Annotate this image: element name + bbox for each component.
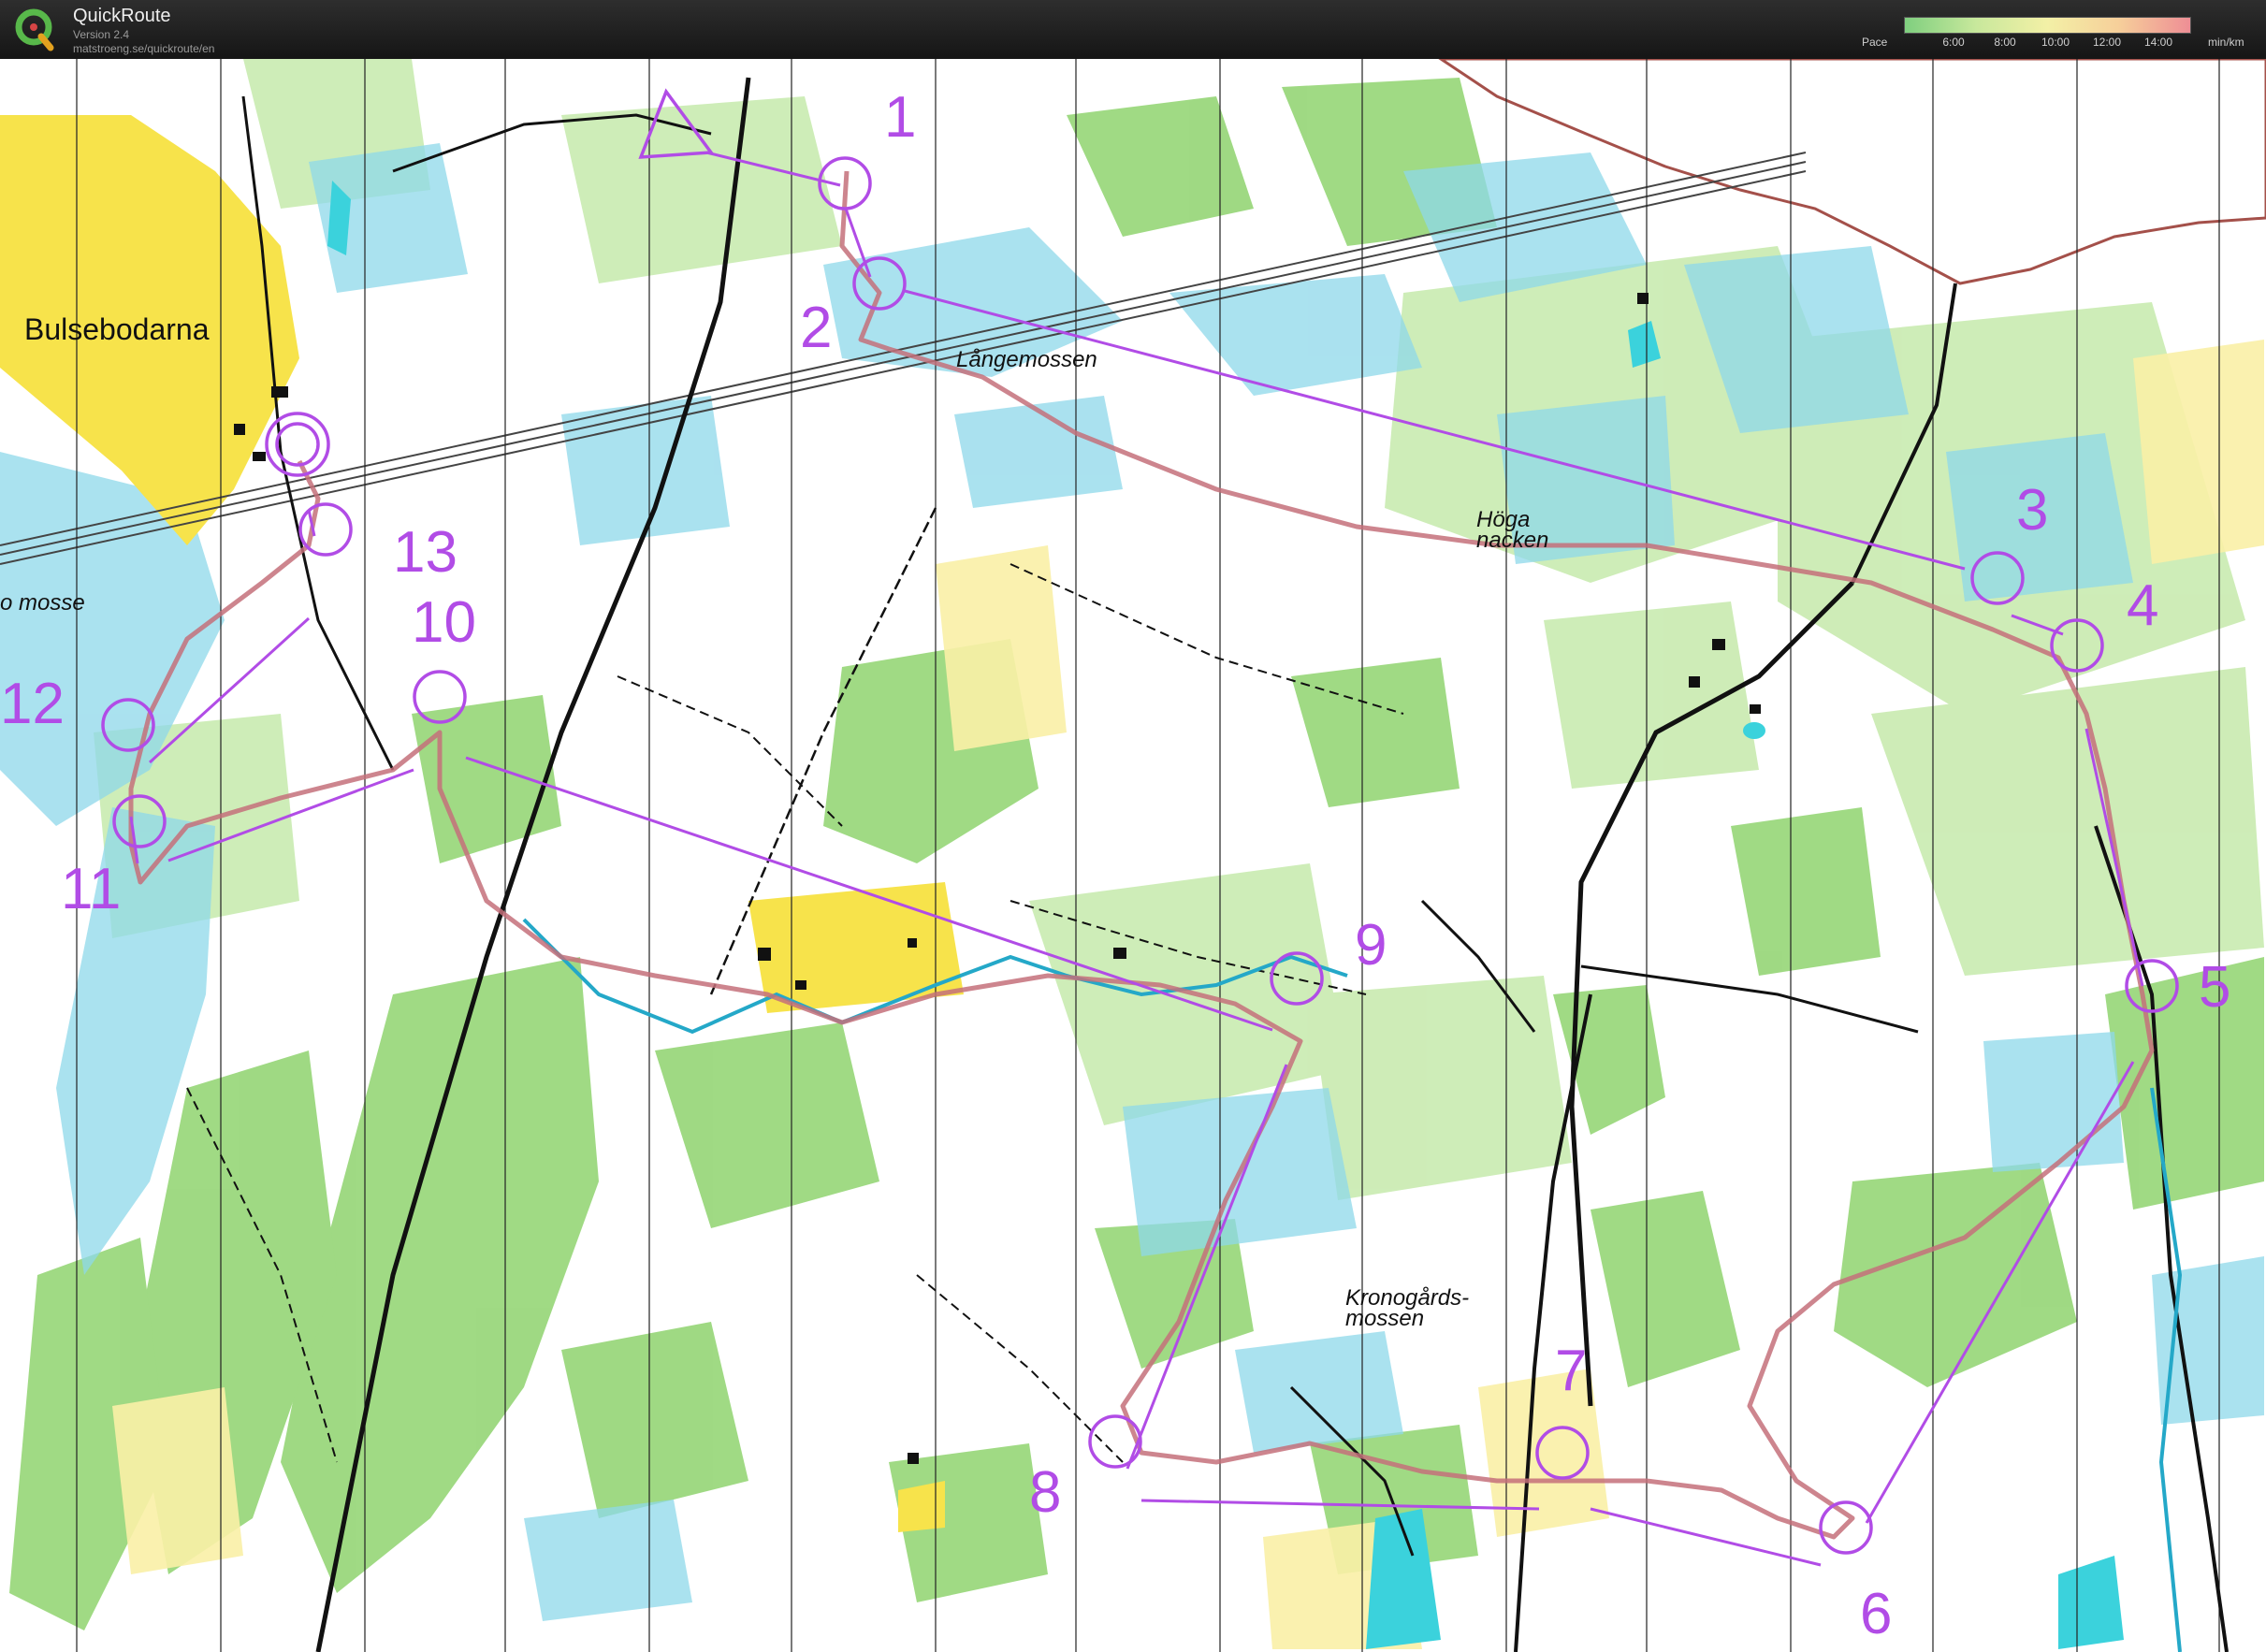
- place-label-nacken: nacken: [1476, 528, 1548, 553]
- control-number: 5: [2199, 955, 2230, 1020]
- control-number: 13: [393, 520, 458, 585]
- orienteering-map[interactable]: 1 2 3 4 5 6 7 8 9 10 11 12 13 Bulsebodar…: [0, 59, 2266, 1652]
- control-number: 10: [412, 590, 476, 655]
- control-number: 2: [800, 296, 832, 360]
- pace-color-scale: [1904, 17, 2191, 34]
- pace-tick: 12:00: [2092, 36, 2122, 49]
- pace-legend-label: Pace: [1862, 36, 1888, 49]
- control-number: 6: [1860, 1582, 1892, 1646]
- place-label-mosse: o mosse: [0, 590, 85, 616]
- app-title: QuickRoute: [73, 6, 171, 26]
- control-number: 9: [1355, 913, 1387, 978]
- place-label-bulsebodarna: Bulsebodarna: [24, 312, 210, 346]
- map-canvas[interactable]: 1 2 3 4 5 6 7 8 9 10 11 12 13 Bulsebodar…: [0, 59, 2266, 1652]
- pace-tick: 6:00: [1942, 36, 1965, 49]
- app-header: QuickRoute Version 2.4 matstroeng.se/qui…: [0, 0, 2266, 59]
- control-number: 3: [2016, 478, 2048, 543]
- place-label-kronogards-2: mossen: [1345, 1306, 1424, 1331]
- control-number: 4: [2127, 573, 2158, 638]
- pace-tick: 8:00: [1994, 36, 2016, 49]
- app-url[interactable]: matstroeng.se/quickroute/en: [73, 42, 214, 55]
- pace-unit: min/km: [2208, 36, 2244, 49]
- control-number: 12: [0, 672, 65, 736]
- quickroute-logo-icon: [15, 8, 54, 51]
- control-number: 8: [1029, 1460, 1061, 1525]
- control-number: 7: [1555, 1339, 1587, 1403]
- pace-tick: 14:00: [2143, 36, 2173, 49]
- control-number: 1: [884, 85, 916, 150]
- control-number: 11: [61, 857, 121, 921]
- place-label-langemossen: Långemossen: [956, 347, 1097, 372]
- pace-tick: 10:00: [2041, 36, 2070, 49]
- app-version: Version 2.4: [73, 28, 130, 41]
